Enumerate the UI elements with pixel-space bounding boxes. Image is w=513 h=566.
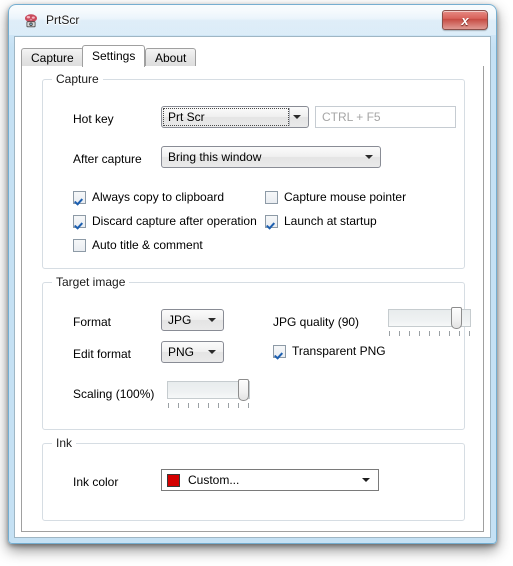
format-combo[interactable]: JPG [161,309,224,331]
tab-capture[interactable]: Capture [21,48,84,67]
checkbox-box [273,345,286,358]
window-client-area: Capture Settings About Capture Hot key P… [14,36,491,538]
combo-separator [289,108,290,126]
checkbox-label: Always copy to clipboard [92,190,225,204]
checkbox-box [265,191,278,204]
ink-color-label: Ink color [73,475,119,489]
checkbox-box [265,215,278,228]
tab-bar: Capture Settings About [21,45,484,67]
desktop-backdrop: PrtScr x Capture Settings About Capture [0,0,513,566]
tab-page-settings: Capture Hot key Prt Scr CTRL + F5 After … [21,66,484,532]
chevron-down-icon [208,318,216,322]
after-capture-label: After capture [73,152,142,166]
checkbox-label: Transparent PNG [292,344,386,358]
jpg-quality-label: JPG quality (90) [273,315,360,329]
slider-thumb[interactable] [238,379,249,401]
checkbox-label: Auto title & comment [92,238,203,252]
checkbox-label: Launch at startup [284,214,377,228]
prtscr-app-icon [23,13,39,29]
edit-format-combo-value: PNG [168,345,195,359]
after-capture-combo-value: Bring this window [168,150,262,164]
group-capture-title: Capture [52,72,103,86]
scaling-slider[interactable] [167,379,250,409]
group-target-image: Target image Format JPG JPG quality (90) [42,275,471,430]
edit-format-label: Edit format [73,347,132,361]
checkbox-label: Capture mouse pointer [284,190,407,204]
jpg-quality-slider[interactable] [388,307,471,337]
title-bar[interactable]: PrtScr x [8,4,497,36]
slider-thumb[interactable] [451,307,462,329]
ink-color-swatch [167,474,180,487]
checkbox-box [73,191,86,204]
tab-settings[interactable]: Settings [82,45,146,67]
application-window: PrtScr x Capture Settings About Capture [8,4,497,544]
group-capture: Capture Hot key Prt Scr CTRL + F5 After … [42,72,465,269]
close-icon: x [461,12,469,28]
format-label: Format [73,315,112,329]
hotkey-preview-field[interactable]: CTRL + F5 [315,106,456,128]
chevron-down-icon [293,115,301,119]
scaling-label: Scaling (100%) [73,387,155,401]
group-ink-title: Ink [52,436,77,450]
chevron-down-icon [362,478,370,482]
chevron-down-icon [365,155,373,159]
checkbox-box [73,215,86,228]
ink-color-combo-value: Custom... [188,473,240,487]
checkbox-box [73,239,86,252]
format-combo-value: JPG [168,313,192,327]
chevron-down-icon [208,350,216,354]
group-ink: Ink Ink color Custom... [42,436,465,521]
slider-ticks [168,403,249,408]
slider-ticks [389,331,470,336]
focus-ring [163,108,289,126]
hotkey-label: Hot key [73,112,114,126]
close-button[interactable]: x [442,10,488,30]
after-capture-combo[interactable]: Bring this window [161,146,381,168]
window-title: PrtScr [46,13,80,27]
ink-color-combo[interactable]: Custom... [161,469,379,491]
tab-about[interactable]: About [145,48,197,67]
edit-format-combo[interactable]: PNG [161,341,224,363]
hotkey-combo[interactable]: Prt Scr [161,106,309,128]
hotkey-preview-placeholder: CTRL + F5 [322,110,381,124]
checkbox-label: Discard capture after operation [92,214,257,228]
group-target-image-title: Target image [52,275,130,289]
